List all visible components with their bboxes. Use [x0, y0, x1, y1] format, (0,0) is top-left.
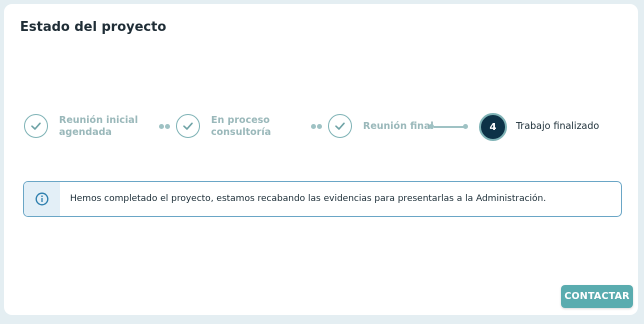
connector-dot: [159, 124, 164, 129]
step-1-check-icon: [24, 114, 48, 138]
connector-line: [434, 126, 464, 128]
step-3-label: Reunión final: [363, 121, 434, 132]
step-2-check-icon: [176, 114, 200, 138]
info-icon-container: [24, 182, 60, 216]
step-1-label: Reunión inicial agendada: [59, 115, 138, 138]
project-status-card: Estado del proyecto Reunión inicial agen…: [4, 4, 638, 315]
connector-dot: [165, 124, 170, 129]
info-alert-text: Hemos completado el proyecto, estamos re…: [70, 194, 547, 204]
step-4-number-badge: 4: [479, 113, 507, 141]
info-alert: Hemos completado el proyecto, estamos re…: [23, 181, 622, 217]
info-icon: [35, 192, 49, 206]
connector-dot: [311, 124, 316, 129]
step-3-check-icon: [328, 114, 352, 138]
contact-button[interactable]: CONTACTAR: [561, 285, 633, 308]
step-2-label: En proceso consultoría: [211, 115, 272, 138]
connector-dot: [463, 124, 468, 129]
connector-dot: [317, 124, 322, 129]
progress-stepper: Reunión inicial agendada En proceso cons…: [4, 4, 638, 315]
step-4-label: Trabajo finalizado: [516, 121, 600, 132]
